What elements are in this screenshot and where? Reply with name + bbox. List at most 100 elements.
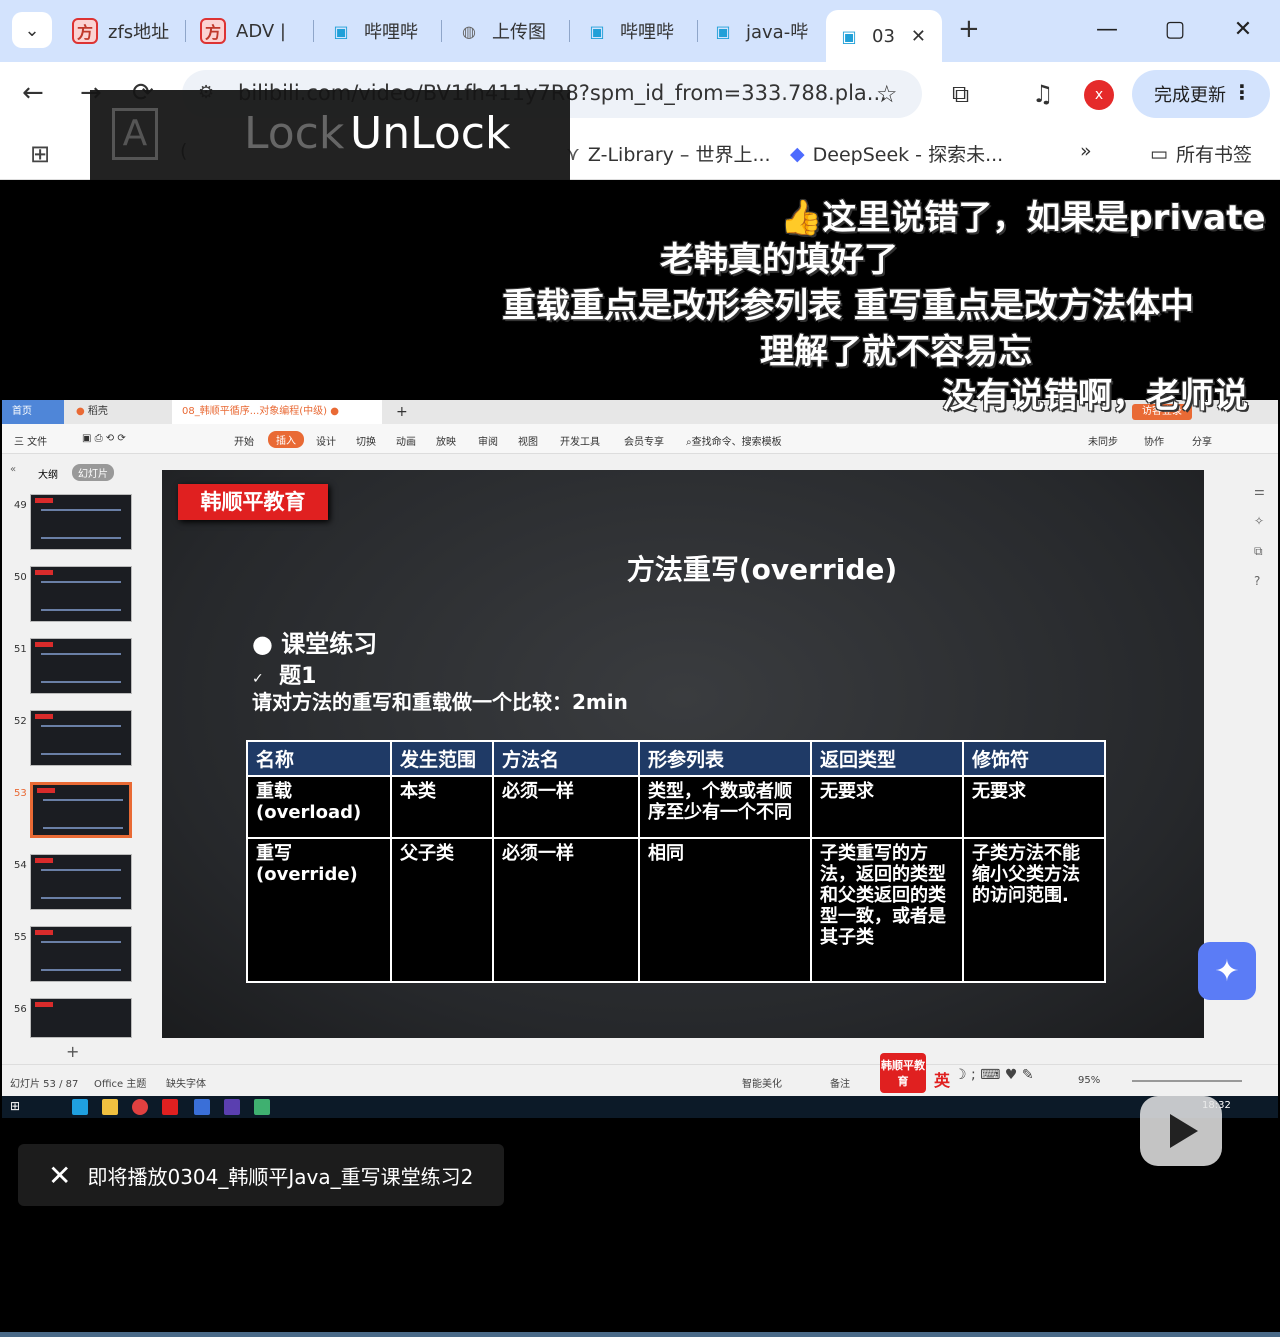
ribbon-design[interactable]: 设计: [316, 433, 336, 448]
help-icon[interactable]: ?: [1254, 574, 1260, 588]
slide-thumbnail[interactable]: [30, 926, 132, 982]
ribbon-start[interactable]: 开始: [234, 433, 254, 448]
all-bookmarks[interactable]: ▭ 所有书签: [1150, 140, 1252, 167]
panel-tab-outline[interactable]: 大纲: [38, 466, 58, 481]
media-controls-icon[interactable]: ♫: [1032, 80, 1054, 108]
ribbon-search[interactable]: ⌕查找命令、搜索模板: [686, 433, 782, 448]
ribbon-share[interactable]: 分享: [1192, 433, 1212, 448]
ai-assistant-widget[interactable]: ✦: [1198, 942, 1256, 1000]
table-header: 返回类型: [810, 740, 964, 777]
lock-button[interactable]: Lock: [244, 108, 344, 159]
smart-beautify[interactable]: 智能美化: [742, 1075, 782, 1090]
ribbon-file[interactable]: 三 文件: [14, 433, 47, 448]
slide-position: 幻灯片 53 / 87: [10, 1079, 79, 1090]
update-button[interactable]: 完成更新 ⋮: [1132, 70, 1270, 118]
globe-icon: ◍: [462, 21, 476, 41]
bookmark-deepseek[interactable]: ◆ DeepSeek - 探索未...: [790, 140, 1003, 167]
ribbon-animation[interactable]: 动画: [396, 433, 416, 448]
minimize-button[interactable]: —: [1092, 14, 1122, 44]
zoom-slider[interactable]: [1132, 1080, 1242, 1082]
theme-name: Office 主题: [94, 1079, 147, 1090]
table-header: 方法名: [492, 740, 640, 777]
zoom-level[interactable]: 95%: [1078, 1075, 1100, 1086]
folder-icon: [102, 1099, 118, 1115]
tab-label: 哔哩哔: [620, 22, 674, 43]
danmaku-comment: 理解了就不容易忘: [760, 332, 1032, 372]
ribbon-view[interactable]: 视图: [518, 433, 538, 448]
extension-badge[interactable]: x: [1084, 80, 1114, 110]
wps-new-tab-button[interactable]: +: [386, 400, 418, 424]
browser-tab-1[interactable]: 方 zfs地址: [62, 10, 186, 52]
ribbon-sync[interactable]: 未同步: [1088, 433, 1118, 448]
tab-label: 哔哩哔: [364, 22, 418, 43]
ribbon-member[interactable]: 会员专享: [624, 433, 664, 448]
app-icon: [254, 1099, 270, 1115]
table-cell: 相同: [638, 837, 812, 983]
slide-thumbnail[interactable]: [30, 494, 132, 550]
slide-thumbnail-selected[interactable]: [30, 782, 132, 838]
browser-tab-6[interactable]: ▣ java-哔: [700, 10, 824, 52]
bookmark-star-icon[interactable]: ☆: [876, 80, 898, 108]
table-cell: 必须一样: [492, 775, 640, 839]
missing-font[interactable]: 缺失字体: [166, 1075, 206, 1090]
fang-icon: 方: [72, 18, 98, 44]
pin-icon[interactable]: ✧: [1254, 514, 1264, 528]
comparison-table: 名称 发生范围 方法名 形参列表 返回类型 修饰符 重载(overload) 本…: [246, 740, 1106, 983]
browser-tab-active[interactable]: ▣ 03 ✕: [826, 10, 942, 62]
slide-number: 52: [14, 716, 27, 727]
ribbon-review[interactable]: 审阅: [478, 433, 498, 448]
ribbon-collab[interactable]: 协作: [1144, 433, 1164, 448]
table-row: 重载(overload) 本类 必须一样 类型，个数或者顺序至少有一个不同 无要…: [246, 775, 1106, 839]
slide-thumbnail[interactable]: [30, 566, 132, 622]
slide-bullet-text: 课堂练习: [281, 630, 378, 658]
browser-tab-3[interactable]: ▣ 哔哩哔: [318, 10, 442, 52]
ribbon-insert[interactable]: 插入: [268, 431, 304, 448]
wps-tab-document[interactable]: 08_韩顺平循序...对象编程(中级) ●: [172, 400, 382, 424]
edge-icon: [72, 1099, 88, 1115]
browser-tab-4[interactable]: ◍ 上传图: [446, 10, 570, 52]
more-bookmarks-button[interactable]: »: [1080, 140, 1092, 162]
wps-tab-home[interactable]: 首页: [2, 400, 64, 424]
play-button[interactable]: [1140, 1096, 1222, 1166]
extensions-icon[interactable]: ⧉: [952, 80, 969, 108]
browser-tab-5[interactable]: ▣ 哔哩哔: [574, 10, 698, 52]
more-menu-icon[interactable]: ⋮: [1232, 80, 1252, 104]
apps-grid-icon[interactable]: ⊞: [30, 140, 50, 168]
maximize-button[interactable]: ▢: [1160, 14, 1190, 44]
close-icon[interactable]: ✕: [48, 1159, 71, 1192]
browser-tab-2[interactable]: 方 ADV |: [190, 10, 314, 52]
ribbon-quick-icons[interactable]: ▣ ⎙ ⟲ ⟳: [82, 433, 126, 444]
arrow-left-icon: ←: [22, 78, 44, 108]
back-button[interactable]: ←: [22, 78, 44, 108]
panel-tab-slides[interactable]: 幻灯片: [72, 464, 114, 481]
collapse-panel-icon[interactable]: «: [10, 464, 16, 475]
close-tab-icon[interactable]: ✕: [911, 26, 926, 47]
wps-tab-label: 08_韩顺平循序...对象编程(中级): [182, 406, 328, 417]
close-window-button[interactable]: ✕: [1228, 14, 1258, 44]
settings-slider-icon[interactable]: ⚌: [1254, 484, 1265, 498]
slide-thumbnail[interactable]: [30, 854, 132, 910]
tab-search-button[interactable]: ⌄: [12, 12, 52, 48]
ime-indicator[interactable]: 英: [934, 1067, 950, 1091]
slide-thumbnail[interactable]: [30, 710, 132, 766]
unlock-button[interactable]: UnLock: [350, 108, 510, 159]
new-tab-button[interactable]: +: [958, 14, 980, 44]
ribbon-slideshow[interactable]: 放映: [436, 433, 456, 448]
ribbon-search-label: 查找命令、搜索模板: [691, 437, 782, 448]
wps-tab-docer[interactable]: ● 稻壳: [66, 400, 170, 424]
slide-thumbnail[interactable]: [30, 998, 132, 1038]
slide-thumbnail[interactable]: [30, 638, 132, 694]
ribbon-devtools[interactable]: 开发工具: [560, 433, 600, 448]
add-slide-button[interactable]: +: [66, 1042, 79, 1061]
table-cell: 重载(overload): [246, 775, 392, 839]
table-cell: 必须一样: [492, 837, 640, 983]
tab-label: 上传图: [492, 22, 546, 43]
bookmark-zlibrary[interactable]: ⋎ Z-Library – 世界上...: [566, 140, 771, 167]
copy-icon[interactable]: ⧉: [1254, 544, 1263, 559]
ime-toolbar-icons[interactable]: ☽ ; ⌨ ♥ ✎: [954, 1067, 1034, 1083]
notes-toggle[interactable]: 备注: [830, 1075, 850, 1090]
brand-badge: 韩顺平教育: [880, 1053, 926, 1093]
ribbon-transition[interactable]: 切换: [356, 433, 376, 448]
video-player[interactable]: 首页 ● 稻壳 08_韩顺平循序...对象编程(中级) ● + 访客登录 三 文…: [2, 182, 1278, 1332]
next-video-bar[interactable]: ✕ 即将播放0304_韩顺平Java_重写课堂练习2: [18, 1144, 504, 1206]
